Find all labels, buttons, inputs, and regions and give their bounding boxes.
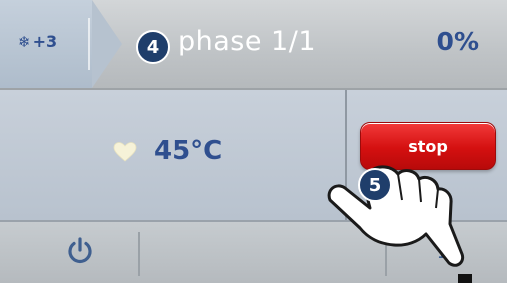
progress-percent: 0% bbox=[436, 27, 479, 56]
appliance-screen: ❄+3 4 phase 1/1 0% 45°C stop i 5 bbox=[0, 0, 507, 283]
mode-arrow bbox=[92, 0, 122, 88]
step-badge-5: 5 bbox=[358, 168, 392, 202]
status-header: ❄ +3 4 phase 1/1 0% bbox=[0, 0, 507, 90]
step-badge-4: 4 bbox=[136, 30, 170, 64]
mode-offset: +3 bbox=[32, 32, 58, 51]
phase-label: phase 1/1 bbox=[178, 26, 317, 57]
hand-pointer-icon bbox=[327, 165, 465, 267]
temperature-value: 45°C bbox=[154, 136, 223, 166]
mode-badge[interactable]: ❄ +3 bbox=[0, 0, 92, 88]
snowflake-icon: ❄ bbox=[18, 33, 31, 51]
heart-icon bbox=[113, 142, 137, 162]
mode-divider bbox=[88, 18, 90, 70]
power-icon[interactable] bbox=[65, 235, 95, 265]
mode-value: ❄ +3 bbox=[18, 32, 57, 51]
footer-divider-left bbox=[138, 232, 140, 276]
